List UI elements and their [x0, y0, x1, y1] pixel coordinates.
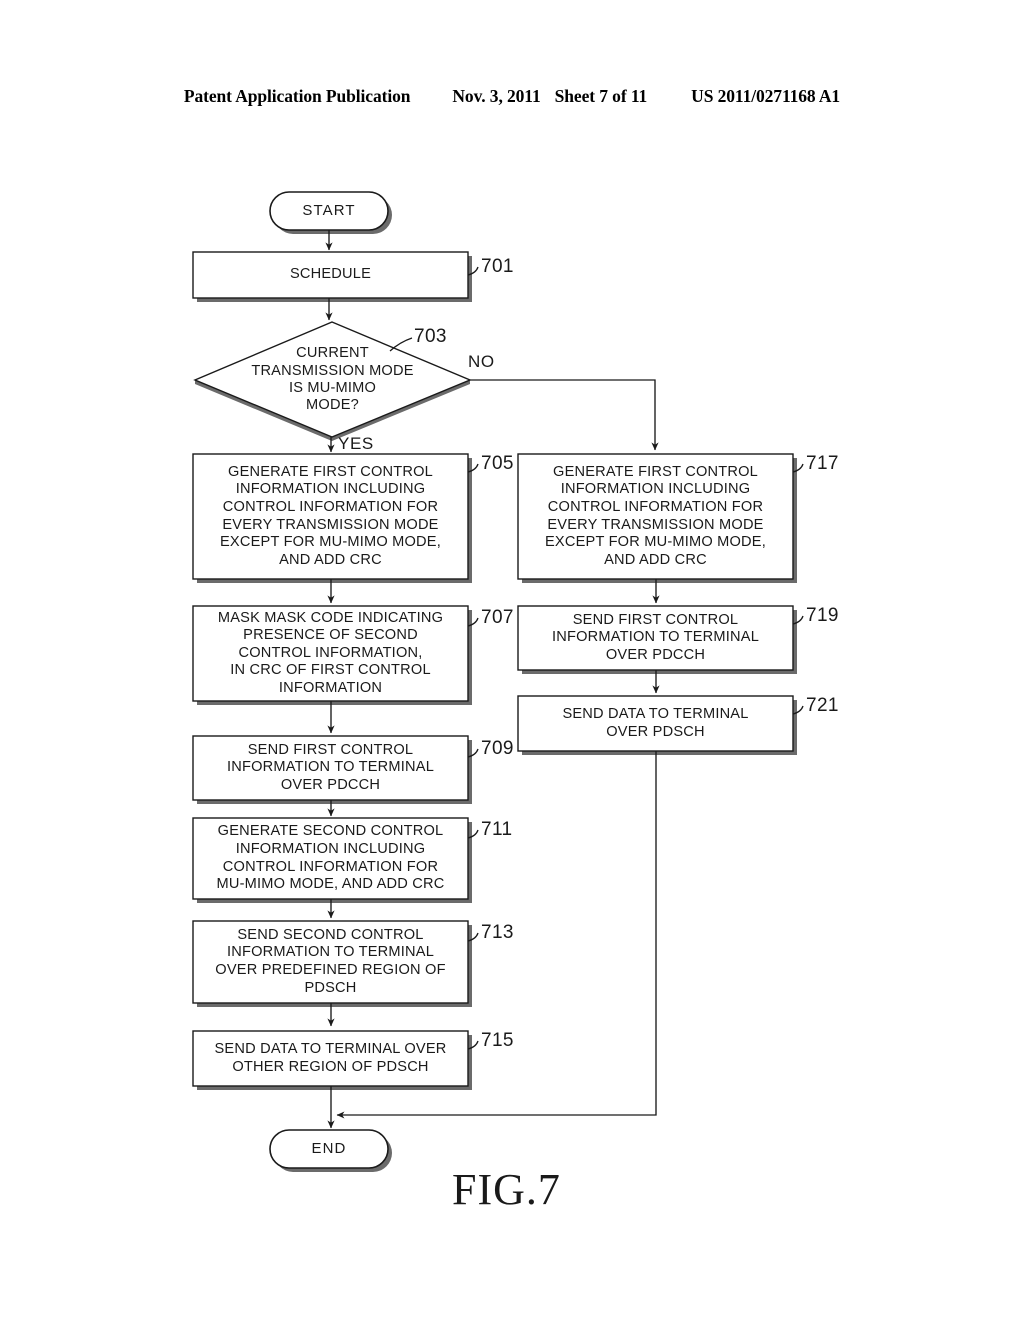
node-721-shape	[517, 695, 794, 752]
node-709-shape	[192, 735, 469, 801]
flowchart-diagram: START SCHEDULE CURRENT TRANSMISSION MODE…	[0, 0, 1024, 1320]
node-715-shape	[192, 1030, 469, 1087]
node-717-shape	[517, 453, 794, 580]
start-terminator-shape	[269, 191, 389, 231]
node-719-shape	[517, 605, 794, 671]
figure-caption: FIG.7	[452, 1165, 561, 1214]
node-707-shape	[192, 605, 469, 702]
node-713-shape	[192, 920, 469, 1004]
end-terminator-shape	[269, 1129, 389, 1169]
node-705-shape	[192, 453, 469, 580]
node-703-shape	[193, 321, 472, 438]
node-711-shape	[192, 817, 469, 900]
node-701-shape	[192, 251, 469, 299]
flowchart-svg	[192, 191, 804, 1172]
